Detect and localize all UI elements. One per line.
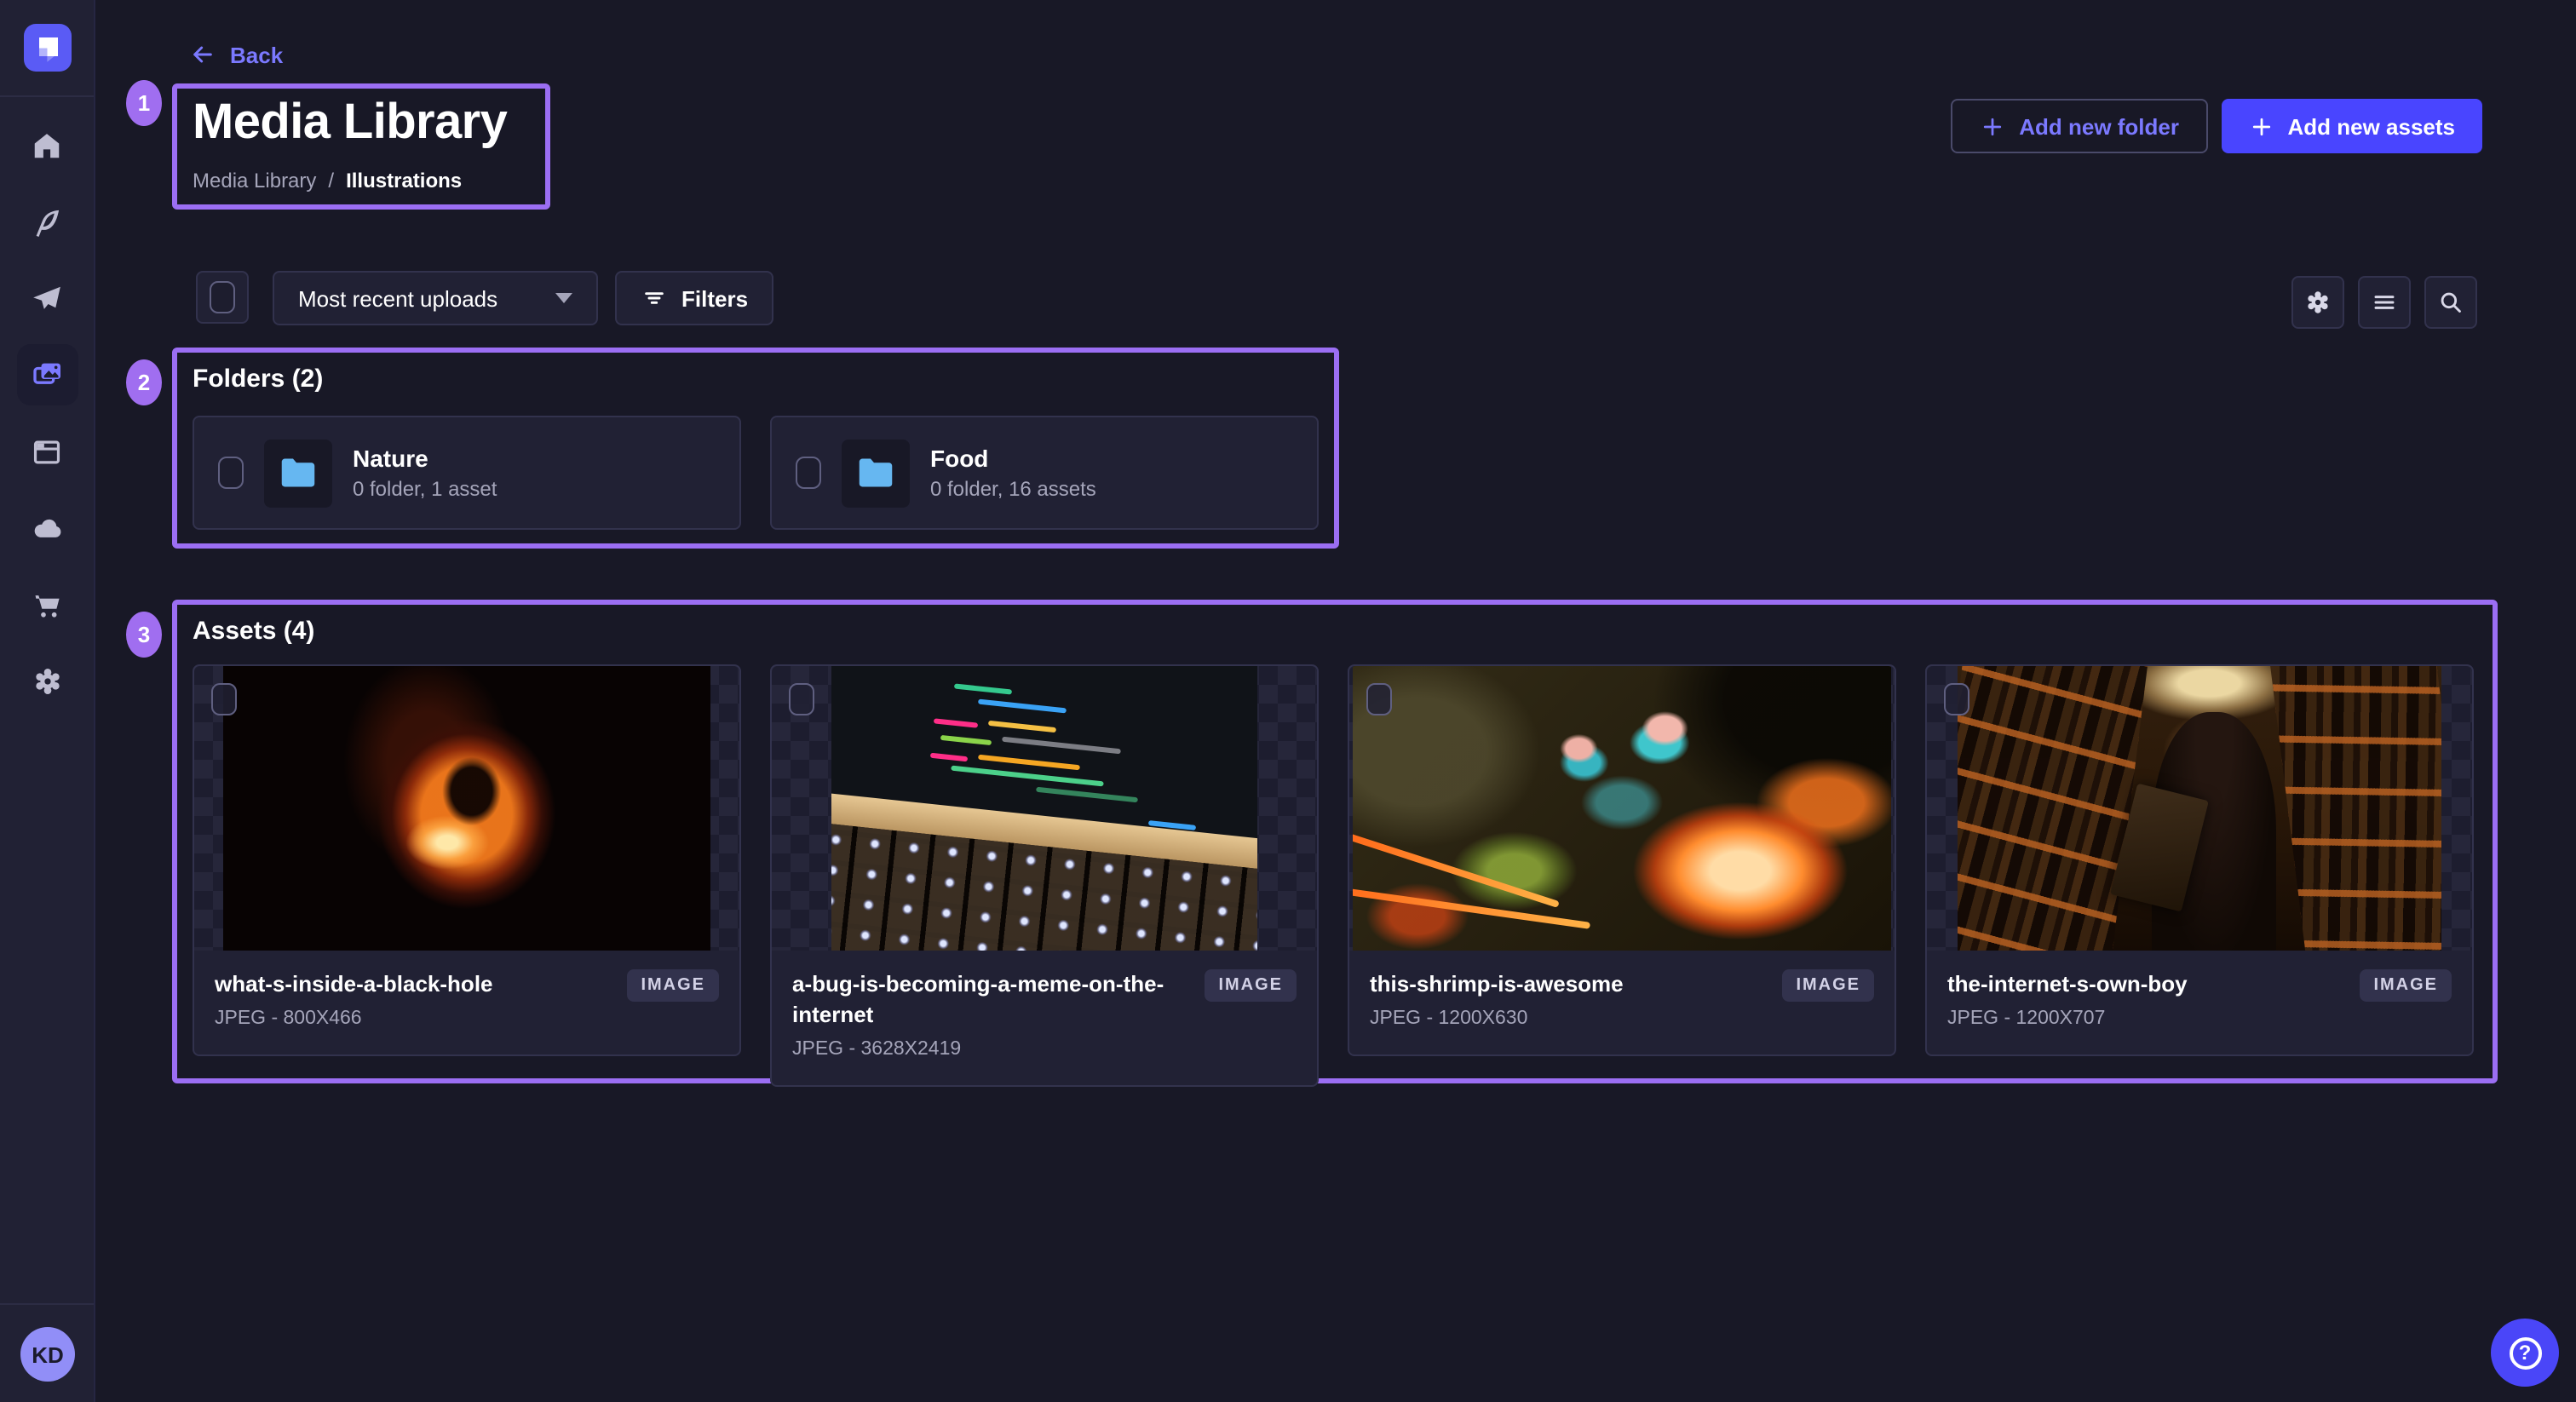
- cloud-icon[interactable]: [16, 497, 78, 559]
- add-new-folder-button[interactable]: Add new folder: [1951, 99, 2208, 153]
- media-library-page: KD Back Add new folder Add new assets 1 …: [0, 0, 2576, 1402]
- folder-tile: [842, 439, 910, 507]
- breadcrumb-current: Illustrations: [346, 169, 462, 192]
- asset-thumbnail: [1349, 666, 1895, 951]
- folder-name: Food: [930, 445, 1096, 472]
- breadcrumb-separator: /: [328, 169, 334, 192]
- asset-checkbox[interactable]: [211, 683, 237, 715]
- list-icon: [2370, 288, 2399, 317]
- asset-meta: JPEG - 1200X707: [1947, 1008, 2452, 1029]
- folder-meta: 0 folder, 16 assets: [930, 477, 1096, 501]
- filter-icon: [641, 284, 668, 312]
- media-library-icon[interactable]: [16, 344, 78, 405]
- folders-heading: Folders (2): [193, 365, 323, 394]
- asset-type-badge: IMAGE: [1782, 969, 1874, 1002]
- assets-heading: Assets (4): [193, 617, 314, 646]
- settings-tile[interactable]: [2291, 276, 2344, 329]
- cart-icon[interactable]: [16, 574, 78, 635]
- asset-thumbnail: [772, 666, 1317, 951]
- laptop-code-image: [831, 666, 1257, 951]
- plus-icon: [1980, 113, 2005, 139]
- folder-tile: [264, 439, 332, 507]
- asset-meta: JPEG - 1200X630: [1370, 1008, 1874, 1029]
- home-icon[interactable]: [16, 114, 78, 175]
- back-label: Back: [230, 42, 283, 67]
- search-icon: [2436, 288, 2465, 317]
- strapi-logo[interactable]: [24, 24, 72, 72]
- folder-checkbox[interactable]: [218, 457, 244, 489]
- black-hole-image: [223, 666, 710, 951]
- question-mark-icon: ?: [2509, 1336, 2541, 1369]
- asset-thumbnail: [194, 666, 739, 951]
- breadcrumb-parent[interactable]: Media Library: [193, 169, 316, 192]
- search-tile[interactable]: [2424, 276, 2477, 329]
- sidebar-divider: [0, 95, 94, 97]
- back-link[interactable]: Back: [189, 41, 283, 68]
- sidebar: KD: [0, 0, 95, 1402]
- filters-button[interactable]: Filters: [615, 271, 773, 325]
- folder-meta: 0 folder, 1 asset: [353, 477, 497, 501]
- asset-card[interactable]: the-internet-s-own-boy JPEG - 1200X707 I…: [1925, 664, 2474, 1056]
- library-portrait-image: [1958, 666, 2441, 951]
- breadcrumb: Media Library / Illustrations: [193, 169, 462, 192]
- folder-name: Nature: [353, 445, 497, 472]
- asset-meta: JPEG - 3628X2419: [792, 1040, 1297, 1060]
- paper-plane-icon[interactable]: [16, 267, 78, 329]
- list-view-tile[interactable]: [2358, 276, 2411, 329]
- asset-card[interactable]: a-bug-is-becoming-a-meme-on-the-internet…: [770, 664, 1319, 1088]
- sidebar-nav: [0, 114, 94, 712]
- help-button[interactable]: ?: [2491, 1319, 2559, 1387]
- plus-icon: [2248, 113, 2274, 139]
- feather-icon[interactable]: [16, 191, 78, 252]
- asset-checkbox[interactable]: [1366, 683, 1392, 715]
- asset-type-badge: IMAGE: [627, 969, 719, 1002]
- sidebar-divider: [0, 1303, 94, 1305]
- mantis-shrimp-image: [1353, 666, 1891, 951]
- chevron-down-icon: [555, 293, 572, 303]
- asset-type-badge: IMAGE: [1205, 969, 1297, 1002]
- gear-icon[interactable]: [16, 651, 78, 712]
- asset-type-badge: IMAGE: [2360, 969, 2452, 1002]
- asset-card[interactable]: this-shrimp-is-awesome JPEG - 1200X630 I…: [1348, 664, 1896, 1056]
- annotation-badge-3: 3: [126, 612, 162, 658]
- folder-card-nature[interactable]: Nature 0 folder, 1 asset: [193, 416, 741, 530]
- asset-thumbnail: [1927, 666, 2472, 951]
- layout-icon[interactable]: [16, 421, 78, 482]
- avatar[interactable]: KD: [20, 1327, 75, 1382]
- asset-checkbox[interactable]: [789, 683, 814, 715]
- arrow-left-icon: [189, 41, 216, 68]
- page-title: Media Library: [193, 95, 507, 152]
- asset-checkbox[interactable]: [1944, 683, 1969, 715]
- annotation-badge-1: 1: [126, 80, 162, 126]
- folder-checkbox[interactable]: [796, 457, 821, 489]
- folder-card-food[interactable]: Food 0 folder, 16 assets: [770, 416, 1319, 530]
- add-new-assets-button[interactable]: Add new assets: [2221, 99, 2482, 153]
- asset-meta: JPEG - 800X466: [215, 1008, 719, 1029]
- asset-card[interactable]: what-s-inside-a-black-hole JPEG - 800X46…: [193, 664, 741, 1056]
- sort-dropdown[interactable]: Most recent uploads: [273, 271, 598, 325]
- folder-icon: [857, 457, 894, 489]
- select-all-checkbox[interactable]: [210, 281, 235, 313]
- select-all-tile[interactable]: [196, 271, 249, 324]
- folder-icon: [279, 457, 317, 489]
- annotation-badge-2: 2: [126, 359, 162, 405]
- gear-icon: [2303, 288, 2332, 317]
